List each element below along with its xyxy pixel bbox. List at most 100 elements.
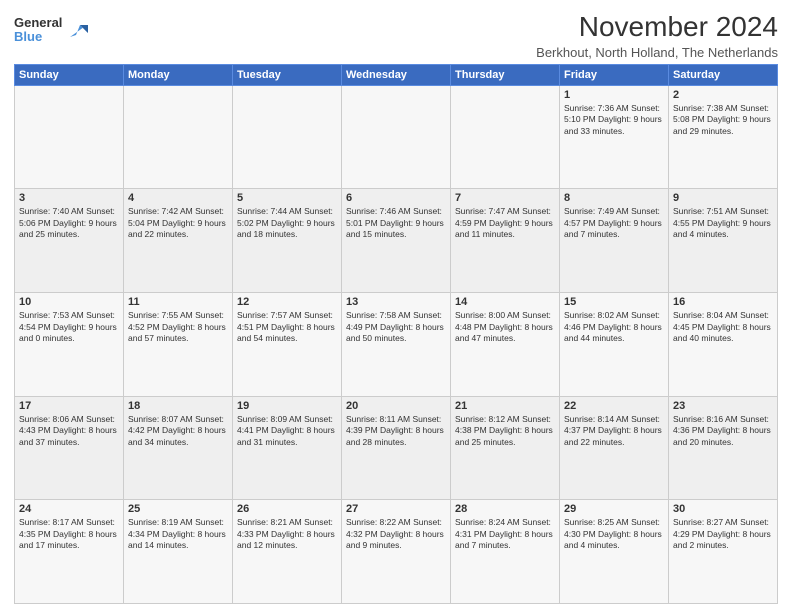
day-number: 5 xyxy=(237,192,337,204)
day-info: Sunrise: 8:21 AM Sunset: 4:33 PM Dayligh… xyxy=(237,517,337,551)
day-number: 9 xyxy=(673,192,773,204)
cell-0-0 xyxy=(15,85,124,189)
day-info: Sunrise: 8:09 AM Sunset: 4:41 PM Dayligh… xyxy=(237,414,337,448)
calendar-body: 1 Sunrise: 7:36 AM Sunset: 5:10 PM Daylig… xyxy=(15,85,778,603)
day-info: Sunrise: 8:16 AM Sunset: 4:36 PM Dayligh… xyxy=(673,414,773,448)
day-number: 12 xyxy=(237,296,337,308)
cell-0-3 xyxy=(342,85,451,189)
day-info: Sunrise: 7:40 AM Sunset: 5:06 PM Dayligh… xyxy=(19,206,119,240)
week-row-0: 1 Sunrise: 7:36 AM Sunset: 5:10 PM Daylig… xyxy=(15,85,778,189)
cell-4-1: 25Sunrise: 8:19 AM Sunset: 4:34 PM Dayli… xyxy=(124,500,233,604)
cell-1-0: 3Sunrise: 7:40 AM Sunset: 5:06 PM Daylig… xyxy=(15,189,124,293)
day-info: Sunrise: 8:14 AM Sunset: 4:37 PM Dayligh… xyxy=(564,414,664,448)
day-info: Sunrise: 7:57 AM Sunset: 4:51 PM Dayligh… xyxy=(237,310,337,344)
day-info: Sunrise: 7:42 AM Sunset: 5:04 PM Dayligh… xyxy=(128,206,228,240)
cell-0-6: 2 Sunrise: 7:38 AM Sunset: 5:08 PM Daylig… xyxy=(669,85,778,189)
cell-0-5: 1 Sunrise: 7:36 AM Sunset: 5:10 PM Daylig… xyxy=(560,85,669,189)
cell-0-1 xyxy=(124,85,233,189)
col-monday: Monday xyxy=(124,64,233,85)
day-info: Sunrise: 8:27 AM Sunset: 4:29 PM Dayligh… xyxy=(673,517,773,551)
day-number: 17 xyxy=(19,400,119,412)
cell-2-4: 14Sunrise: 8:00 AM Sunset: 4:48 PM Dayli… xyxy=(451,293,560,397)
day-number: 1 xyxy=(564,89,664,101)
cell-3-6: 23 Sunrise: 8:16 AM Sunset: 4:36 PM Dayli… xyxy=(669,396,778,500)
day-number: 19 xyxy=(237,400,337,412)
cell-4-5: 29Sunrise: 8:25 AM Sunset: 4:30 PM Dayli… xyxy=(560,500,669,604)
header-row: Sunday Monday Tuesday Wednesday Thursday… xyxy=(15,64,778,85)
week-row-4: 24Sunrise: 8:17 AM Sunset: 4:35 PM Dayli… xyxy=(15,500,778,604)
day-info: Sunrise: 8:07 AM Sunset: 4:42 PM Dayligh… xyxy=(128,414,228,448)
col-tuesday: Tuesday xyxy=(233,64,342,85)
col-wednesday: Wednesday xyxy=(342,64,451,85)
day-info: Sunrise: 8:17 AM Sunset: 4:35 PM Dayligh… xyxy=(19,517,119,551)
cell-1-2: 5 Sunrise: 7:44 AM Sunset: 5:02 PM Daylig… xyxy=(233,189,342,293)
day-number: 20 xyxy=(346,400,446,412)
header: General Blue November 2024 Berkhout, Nor… xyxy=(14,12,778,60)
cell-4-2: 26Sunrise: 8:21 AM Sunset: 4:33 PM Dayli… xyxy=(233,500,342,604)
day-number: 8 xyxy=(564,192,664,204)
logo-text: General Blue xyxy=(14,16,62,45)
logo: General Blue xyxy=(14,16,88,45)
cell-4-3: 27 Sunrise: 8:22 AM Sunset: 4:32 PM Dayli… xyxy=(342,500,451,604)
calendar: Sunday Monday Tuesday Wednesday Thursday… xyxy=(14,64,778,604)
day-number: 13 xyxy=(346,296,446,308)
cell-2-0: 10Sunrise: 7:53 AM Sunset: 4:54 PM Dayli… xyxy=(15,293,124,397)
day-info: Sunrise: 7:46 AM Sunset: 5:01 PM Dayligh… xyxy=(346,206,446,240)
day-number: 16 xyxy=(673,296,773,308)
page: General Blue November 2024 Berkhout, Nor… xyxy=(0,0,792,612)
col-thursday: Thursday xyxy=(451,64,560,85)
calendar-table: Sunday Monday Tuesday Wednesday Thursday… xyxy=(14,64,778,604)
cell-2-6: 16Sunrise: 8:04 AM Sunset: 4:45 PM Dayli… xyxy=(669,293,778,397)
col-saturday: Saturday xyxy=(669,64,778,85)
day-info: Sunrise: 7:51 AM Sunset: 4:55 PM Dayligh… xyxy=(673,206,773,240)
day-number: 18 xyxy=(128,400,228,412)
cell-3-3: 20 Sunrise: 8:11 AM Sunset: 4:39 PM Dayli… xyxy=(342,396,451,500)
day-info: Sunrise: 7:44 AM Sunset: 5:02 PM Dayligh… xyxy=(237,206,337,240)
cell-0-2 xyxy=(233,85,342,189)
day-info: Sunrise: 8:22 AM Sunset: 4:32 PM Dayligh… xyxy=(346,517,446,551)
main-title: November 2024 xyxy=(536,12,778,43)
day-number: 7 xyxy=(455,192,555,204)
day-info: Sunrise: 7:36 AM Sunset: 5:10 PM Dayligh… xyxy=(564,103,664,137)
cell-3-1: 18 Sunrise: 8:07 AM Sunset: 4:42 PM Dayli… xyxy=(124,396,233,500)
day-number: 15 xyxy=(564,296,664,308)
cell-2-2: 12 Sunrise: 7:57 AM Sunset: 4:51 PM Dayli… xyxy=(233,293,342,397)
day-info: Sunrise: 7:55 AM Sunset: 4:52 PM Dayligh… xyxy=(128,310,228,344)
col-friday: Friday xyxy=(560,64,669,85)
logo-blue: Blue xyxy=(14,30,62,44)
cell-3-5: 22 Sunrise: 8:14 AM Sunset: 4:37 PM Dayli… xyxy=(560,396,669,500)
day-number: 21 xyxy=(455,400,555,412)
day-number: 2 xyxy=(673,89,773,101)
day-info: Sunrise: 7:38 AM Sunset: 5:08 PM Dayligh… xyxy=(673,103,773,137)
day-info: Sunrise: 7:53 AM Sunset: 4:54 PM Dayligh… xyxy=(19,310,119,344)
cell-3-4: 21 Sunrise: 8:12 AM Sunset: 4:38 PM Dayli… xyxy=(451,396,560,500)
cell-1-4: 7Sunrise: 7:47 AM Sunset: 4:59 PM Daylig… xyxy=(451,189,560,293)
title-block: November 2024 Berkhout, North Holland, T… xyxy=(536,12,778,60)
subtitle: Berkhout, North Holland, The Netherlands xyxy=(536,45,778,60)
day-info: Sunrise: 7:58 AM Sunset: 4:49 PM Dayligh… xyxy=(346,310,446,344)
cell-2-1: 11Sunrise: 7:55 AM Sunset: 4:52 PM Dayli… xyxy=(124,293,233,397)
cell-4-0: 24Sunrise: 8:17 AM Sunset: 4:35 PM Dayli… xyxy=(15,500,124,604)
day-number: 25 xyxy=(128,503,228,515)
day-number: 30 xyxy=(673,503,773,515)
day-number: 29 xyxy=(564,503,664,515)
day-number: 27 xyxy=(346,503,446,515)
day-info: Sunrise: 8:11 AM Sunset: 4:39 PM Dayligh… xyxy=(346,414,446,448)
day-number: 23 xyxy=(673,400,773,412)
day-number: 4 xyxy=(128,192,228,204)
logo-general: General xyxy=(14,16,62,30)
cell-3-2: 19 Sunrise: 8:09 AM Sunset: 4:41 PM Dayli… xyxy=(233,396,342,500)
day-number: 22 xyxy=(564,400,664,412)
week-row-1: 3Sunrise: 7:40 AM Sunset: 5:06 PM Daylig… xyxy=(15,189,778,293)
cell-1-1: 4 Sunrise: 7:42 AM Sunset: 5:04 PM Daylig… xyxy=(124,189,233,293)
cell-2-5: 15Sunrise: 8:02 AM Sunset: 4:46 PM Dayli… xyxy=(560,293,669,397)
day-info: Sunrise: 8:24 AM Sunset: 4:31 PM Dayligh… xyxy=(455,517,555,551)
cell-1-6: 9 Sunrise: 7:51 AM Sunset: 4:55 PM Daylig… xyxy=(669,189,778,293)
cell-1-5: 8 Sunrise: 7:49 AM Sunset: 4:57 PM Daylig… xyxy=(560,189,669,293)
day-info: Sunrise: 8:12 AM Sunset: 4:38 PM Dayligh… xyxy=(455,414,555,448)
cell-4-6: 30 Sunrise: 8:27 AM Sunset: 4:29 PM Dayli… xyxy=(669,500,778,604)
day-info: Sunrise: 7:49 AM Sunset: 4:57 PM Dayligh… xyxy=(564,206,664,240)
day-info: Sunrise: 8:06 AM Sunset: 4:43 PM Dayligh… xyxy=(19,414,119,448)
day-number: 14 xyxy=(455,296,555,308)
calendar-header: Sunday Monday Tuesday Wednesday Thursday… xyxy=(15,64,778,85)
